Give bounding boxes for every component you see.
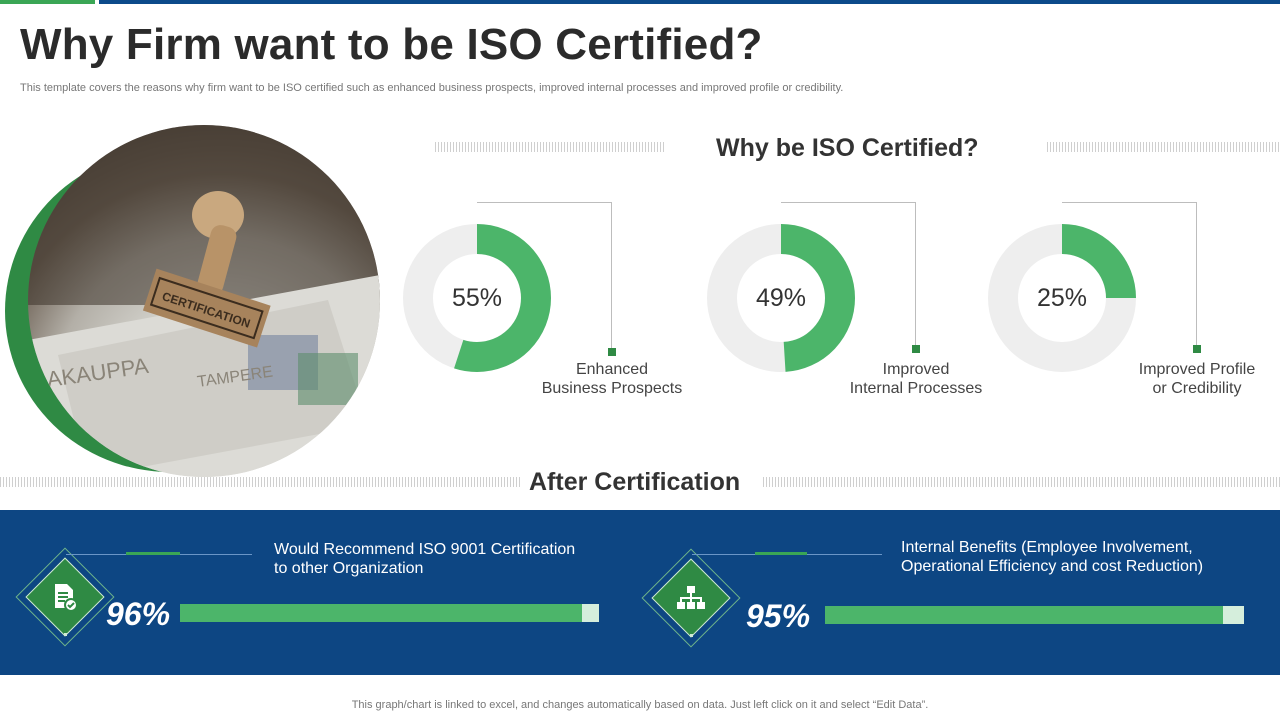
progress-bar-track[interactable] [825, 606, 1244, 624]
top-accent-blue [99, 0, 1280, 4]
donut-value-label: 49% [755, 283, 807, 312]
certification-stamp-photo: AKAUPPA TAMPERE CERTIFICATION [28, 125, 380, 477]
stamp-illustration: AKAUPPA TAMPERE CERTIFICATION [28, 125, 380, 477]
benefit-percentage: 96% [106, 596, 171, 632]
donut-chart-enhanced-business[interactable]: 55% [403, 224, 551, 372]
org-chart-icon [671, 578, 711, 618]
page-subtitle: This template covers the reasons why fir… [20, 82, 844, 94]
progress-bar-track[interactable] [180, 604, 599, 622]
divider-hatch-right [1047, 142, 1280, 152]
metric-caption: Improved Internal Processes [849, 361, 983, 397]
top-accent-green [0, 0, 95, 4]
document-check-icon [45, 577, 85, 617]
metric-caption: Improved Profile or Credibility [1138, 361, 1256, 397]
page-title: Why Firm want to be ISO Certified? [20, 20, 763, 69]
divider-hatch-left [435, 142, 665, 152]
donut-value-label: 55% [451, 283, 503, 312]
indicator-dot [690, 634, 693, 637]
after-section-title: After Certification [529, 468, 741, 496]
benefit-text: Internal Benefits (Employee Involvement,… [901, 539, 1204, 575]
indicator-dot [64, 633, 67, 636]
progress-bar-fill [825, 606, 1224, 624]
connector-dot [912, 345, 920, 353]
benefit-text: Would Recommend ISO 9001 Certification t… [274, 541, 576, 577]
metric-caption: Enhanced Business Prospects [541, 361, 683, 397]
donut-chart-profile-credibility[interactable]: 25% [988, 224, 1136, 372]
donut-value-label: 25% [1036, 283, 1088, 312]
connector-dot [608, 348, 616, 356]
benefit-percentage: 95% [746, 598, 811, 634]
accent-line-thick [755, 552, 807, 555]
divider-hatch-right [763, 477, 1280, 487]
after-certification-band: Would Recommend ISO 9001 Certification t… [0, 510, 1280, 675]
footer-note: This graph/chart is linked to excel, and… [351, 699, 929, 711]
why-section-title: Why be ISO Certified? [716, 134, 979, 162]
divider-hatch-left [0, 477, 520, 487]
progress-bar-fill [180, 604, 583, 622]
connector-dot [1193, 345, 1201, 353]
accent-line-thick [126, 552, 180, 555]
donut-chart-internal-processes[interactable]: 49% [707, 224, 855, 372]
